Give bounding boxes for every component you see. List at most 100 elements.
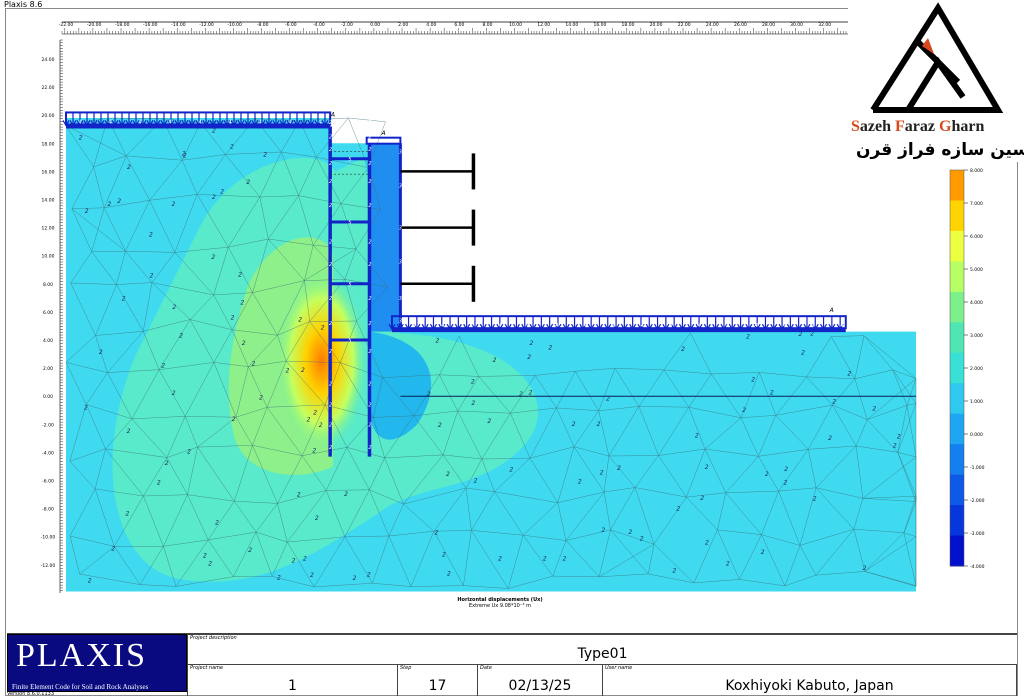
y-tick-label: 4.00 xyxy=(43,338,53,344)
legend-tick-label: -4.000 xyxy=(970,564,985,570)
x-tick-label: -12.00 xyxy=(199,22,214,28)
y-tick-label: 6.00 xyxy=(43,310,53,316)
mesh-label: 2 xyxy=(600,469,604,476)
mesh-label: 2 xyxy=(493,357,497,364)
load-label: 4 xyxy=(288,119,291,125)
step-label: Step xyxy=(400,665,412,671)
mesh-label: 2 xyxy=(801,350,805,357)
mesh-label: 2 xyxy=(312,447,316,454)
x-tick-label: 6.00 xyxy=(454,22,464,28)
mesh-label: 2 xyxy=(246,179,250,186)
wall-label: 2 xyxy=(368,321,371,327)
mesh-label: 2 xyxy=(344,491,348,498)
legend-color-band xyxy=(950,170,964,201)
x-tick-label: 14.00 xyxy=(565,22,578,28)
mesh-label: 2 xyxy=(220,188,224,195)
y-tick-label: 0.00 xyxy=(43,394,53,400)
mesh-label: 2 xyxy=(161,362,165,369)
date-cell: Date 02/13/25 xyxy=(477,664,602,696)
mesh-label: 2 xyxy=(187,448,191,455)
mesh-label: 2 xyxy=(298,317,302,324)
load-id-label: A xyxy=(330,112,335,119)
strut-label: 5 xyxy=(348,220,351,226)
mesh-label: 2 xyxy=(99,349,103,356)
mesh-label: 2 xyxy=(321,325,325,332)
wall-label: 2 xyxy=(329,403,332,409)
date-label: Date xyxy=(480,665,492,671)
legend-tick-label: -2.000 xyxy=(970,498,985,504)
legend-tick-label: 3.000 xyxy=(970,333,983,339)
mesh-label: 2 xyxy=(242,340,246,347)
mesh-label: 2 xyxy=(563,555,567,562)
user-name-value: Koxhiyoki Kabuto, Japan xyxy=(725,678,894,694)
mesh-label: 2 xyxy=(297,492,301,499)
load-label: 4 xyxy=(698,323,701,329)
wall-label: 2 xyxy=(329,134,332,140)
load-label: 4 xyxy=(168,119,171,125)
legend-tick-label: 4.000 xyxy=(970,300,983,306)
mesh-label: 2 xyxy=(212,127,216,134)
load-label: 4 xyxy=(78,119,81,125)
mesh-label: 2 xyxy=(127,164,131,171)
mesh-label: 2 xyxy=(487,418,491,425)
load-label: 4 xyxy=(108,119,111,125)
mesh-label: 2 xyxy=(705,540,709,547)
y-tick-label: -10.00 xyxy=(41,535,56,541)
project-description-cell: Project description Type01 xyxy=(187,634,1017,664)
company-logo: Sazeh Faraz Gharn مهندسین سازه فراز قرن xyxy=(848,2,1024,162)
mesh-label: 2 xyxy=(211,254,215,261)
load-label: 4 xyxy=(783,323,786,329)
mesh-label: 2 xyxy=(230,143,234,150)
wall-label: 3 xyxy=(399,296,402,302)
logo-mark-icon xyxy=(870,2,1004,113)
x-tick-label: 28.00 xyxy=(762,22,775,28)
x-tick-label: -10.00 xyxy=(227,22,242,28)
mesh-label: 2 xyxy=(519,391,523,398)
wall-label: 2 xyxy=(368,203,371,209)
mesh-label: 2 xyxy=(88,578,92,585)
mesh-label: 2 xyxy=(438,422,442,429)
mesh-label: 2 xyxy=(125,511,129,518)
y-tick-label: 18.00 xyxy=(42,141,55,147)
mesh-label: 2 xyxy=(208,560,212,567)
x-tick-label: 16.00 xyxy=(593,22,606,28)
wall-label: 2 xyxy=(368,382,371,388)
wall-label: 3 xyxy=(399,318,402,324)
mesh-label: 2 xyxy=(761,549,765,556)
wall-label: 2 xyxy=(329,161,332,167)
mesh-label: 2 xyxy=(172,390,176,397)
project-name-cell: Project name 1 xyxy=(187,664,397,696)
mesh-label: 2 xyxy=(578,478,582,485)
strut-label: 5 xyxy=(348,282,351,288)
x-tick-label: 0.00 xyxy=(370,22,380,28)
mesh-label: 2 xyxy=(832,399,836,406)
x-tick-label: -22.00 xyxy=(59,22,74,28)
legend-color-band xyxy=(950,444,964,476)
wall-label: 2 xyxy=(368,161,371,167)
wall-label: 2 xyxy=(329,240,332,246)
wall-label: 2 xyxy=(329,422,332,428)
x-tick-label: 8.00 xyxy=(482,22,492,28)
load-id-label: A xyxy=(829,307,834,314)
legend-color-band xyxy=(950,413,964,445)
load-label: 4 xyxy=(198,119,201,125)
step-value: 17 xyxy=(428,678,447,694)
load-label: 4 xyxy=(138,119,141,125)
mesh-label: 2 xyxy=(705,464,709,471)
mesh-label: 2 xyxy=(746,334,750,341)
mesh-label: 2 xyxy=(897,433,901,440)
x-tick-label: 30.00 xyxy=(790,22,803,28)
mesh-label: 2 xyxy=(783,479,787,486)
mesh-label: 2 xyxy=(498,556,502,563)
mesh-label: 2 xyxy=(84,404,88,411)
version-label: Version 8.6.0.1133 xyxy=(7,691,55,697)
legend-tick-label: 8.000 xyxy=(970,168,983,174)
mesh-label: 2 xyxy=(231,314,235,321)
mesh-label: 2 xyxy=(310,572,314,579)
mesh-label: 2 xyxy=(149,232,153,239)
strut-label: 5 xyxy=(348,157,351,163)
mesh-label: 2 xyxy=(215,519,219,526)
mesh-label: 2 xyxy=(597,421,601,428)
mesh-label: 2 xyxy=(606,396,610,403)
mesh-label: 2 xyxy=(474,477,478,484)
